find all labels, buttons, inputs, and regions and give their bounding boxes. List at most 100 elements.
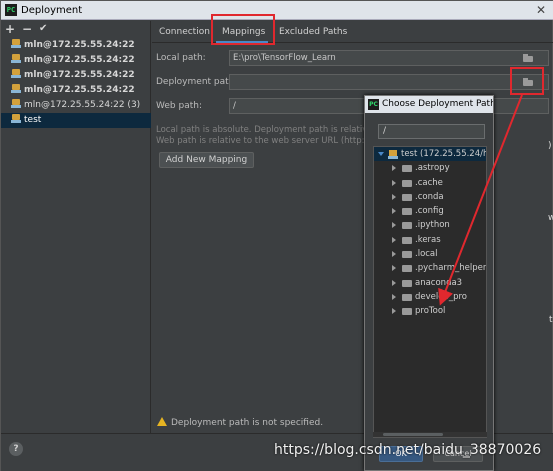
deployment-path-field[interactable] bbox=[229, 74, 549, 90]
server-label: test bbox=[24, 115, 42, 125]
folder-icon bbox=[402, 251, 412, 259]
warning-text: Deployment path is not specified. bbox=[171, 418, 324, 428]
tree-root[interactable]: test (172.25.55.24/home bbox=[374, 147, 486, 162]
server-item[interactable]: mln@172.25.55.24:22 bbox=[1, 68, 151, 83]
tab-excluded-paths[interactable]: Excluded Paths bbox=[279, 27, 347, 37]
folder-icon bbox=[402, 308, 412, 316]
folder-icon bbox=[402, 265, 412, 273]
server-panel: + − ✔ mln@172.25.55.24:22 mln@172.25.55.… bbox=[1, 21, 151, 433]
help-text: Local path is absolute. Deployment path … bbox=[156, 125, 384, 135]
tree-item[interactable]: .astropy bbox=[374, 161, 486, 175]
server-toolbar: + − ✔ bbox=[1, 21, 150, 37]
folder-icon bbox=[402, 293, 412, 301]
check-icon[interactable]: ✔ bbox=[39, 23, 47, 34]
expand-arrow-icon[interactable] bbox=[378, 152, 384, 156]
horizontal-scrollbar[interactable] bbox=[373, 432, 487, 437]
tree-item[interactable]: .cache bbox=[374, 176, 486, 190]
server-item[interactable]: mln@172.25.55.24:22 bbox=[1, 38, 151, 53]
folder-label: .ipython bbox=[415, 220, 450, 231]
highlight-mappings-tab bbox=[211, 14, 275, 45]
folder-label: .conda bbox=[415, 191, 444, 202]
server-icon bbox=[11, 69, 21, 78]
server-label: mln@172.25.55.24:22 bbox=[24, 40, 135, 50]
server-item[interactable]: mln@172.25.55.24:22 bbox=[1, 83, 151, 98]
title-bar: PC Deployment ✕ bbox=[1, 1, 553, 20]
path-input[interactable]: / bbox=[378, 124, 485, 139]
server-item[interactable]: mln@172.25.55.24:22 bbox=[1, 53, 151, 68]
choose-deployment-path-dialog: PC Choose Deployment Path / test (172.25… bbox=[364, 95, 494, 471]
popup-title: Choose Deployment Path bbox=[382, 99, 493, 109]
server-icon bbox=[11, 99, 21, 108]
folder-icon bbox=[402, 208, 412, 216]
folder-icon bbox=[402, 193, 412, 201]
server-list: mln@172.25.55.24:22 mln@172.25.55.24:22 … bbox=[1, 38, 151, 128]
edge-text: ) bbox=[548, 141, 552, 151]
web-path-label: Web path: bbox=[156, 101, 202, 111]
add-icon[interactable]: + bbox=[5, 22, 15, 36]
tab-connection[interactable]: Connection bbox=[159, 27, 210, 37]
collapse-arrow-icon[interactable] bbox=[392, 308, 396, 315]
edge-text: t bbox=[549, 315, 553, 325]
tree-item[interactable]: anaconda3 bbox=[374, 276, 486, 290]
folder-label: .local bbox=[415, 249, 438, 260]
folder-icon bbox=[402, 236, 412, 244]
folder-label: .pycharm_helpers bbox=[415, 263, 487, 274]
tree-item[interactable]: .pycharm_helpers bbox=[374, 261, 486, 275]
folder-tree: test (172.25.55.24/home .astropy .cache … bbox=[373, 146, 487, 438]
collapse-arrow-icon[interactable] bbox=[392, 279, 396, 286]
folder-label: .astropy bbox=[415, 163, 450, 174]
highlight-browse-button bbox=[510, 67, 544, 95]
tree-item[interactable]: .local bbox=[374, 247, 486, 261]
collapse-arrow-icon[interactable] bbox=[392, 193, 396, 200]
folder-label: .config bbox=[415, 206, 444, 217]
close-icon[interactable]: ✕ bbox=[536, 3, 546, 17]
collapse-arrow-icon[interactable] bbox=[392, 165, 396, 172]
folder-label: proTool bbox=[415, 306, 446, 317]
folder-icon bbox=[402, 279, 412, 287]
tree-item[interactable]: .ipython bbox=[374, 218, 486, 232]
collapse-arrow-icon[interactable] bbox=[392, 222, 396, 229]
collapse-arrow-icon[interactable] bbox=[392, 251, 396, 258]
server-label: mln@172.25.55.24:22 bbox=[24, 85, 135, 95]
help-button[interactable]: ? bbox=[9, 442, 23, 456]
folder-label: .keras bbox=[415, 234, 441, 245]
server-label: mln@172.25.55.24:22 bbox=[24, 55, 135, 65]
server-icon bbox=[11, 39, 21, 48]
tree-item[interactable]: develop_pro bbox=[374, 290, 486, 304]
collapse-arrow-icon[interactable] bbox=[392, 236, 396, 243]
warning-message: Deployment path is not specified. bbox=[157, 417, 323, 428]
server-icon bbox=[11, 54, 21, 63]
collapse-arrow-icon[interactable] bbox=[392, 179, 396, 186]
folder-label: anaconda3 bbox=[415, 277, 463, 288]
pycharm-icon: PC bbox=[368, 99, 379, 110]
tree-root-label: test (172.25.55.24/home bbox=[401, 149, 486, 159]
deployment-path-label: Deployment path: bbox=[156, 77, 238, 87]
popup-title-bar: PC Choose Deployment Path bbox=[365, 96, 493, 113]
remove-icon[interactable]: − bbox=[22, 22, 32, 36]
collapse-arrow-icon[interactable] bbox=[392, 293, 396, 300]
tree-item[interactable]: .config bbox=[374, 204, 486, 218]
help-text: Web path is relative to the web server U… bbox=[156, 136, 377, 146]
server-label: mln@172.25.55.24:22 bbox=[24, 70, 135, 80]
server-label: mln@172.25.55.24:22 (3) bbox=[24, 100, 141, 110]
folder-icon bbox=[402, 222, 412, 230]
edge-text: w bbox=[548, 213, 553, 223]
collapse-arrow-icon[interactable] bbox=[392, 208, 396, 215]
local-path-field[interactable]: E:\pro\TensorFlow_Learn bbox=[229, 50, 549, 66]
server-item[interactable]: mln@172.25.55.24:22 (3) bbox=[1, 98, 151, 113]
server-item-test[interactable]: test bbox=[1, 113, 151, 128]
folder-label: develop_pro bbox=[415, 291, 467, 302]
scrollbar-thumb[interactable] bbox=[383, 433, 443, 436]
collapse-arrow-icon[interactable] bbox=[392, 265, 396, 272]
warning-icon bbox=[157, 417, 167, 426]
add-new-mapping-button[interactable]: Add New Mapping bbox=[159, 152, 254, 168]
pycharm-icon: PC bbox=[5, 4, 17, 16]
tree-item[interactable]: proTool bbox=[374, 304, 486, 318]
browse-folder-icon[interactable] bbox=[520, 52, 536, 65]
local-path-label: Local path: bbox=[156, 53, 206, 63]
tree-item[interactable]: .keras bbox=[374, 233, 486, 247]
server-icon bbox=[11, 84, 21, 93]
server-icon bbox=[11, 114, 21, 123]
server-icon bbox=[388, 150, 398, 159]
tree-item[interactable]: .conda bbox=[374, 190, 486, 204]
